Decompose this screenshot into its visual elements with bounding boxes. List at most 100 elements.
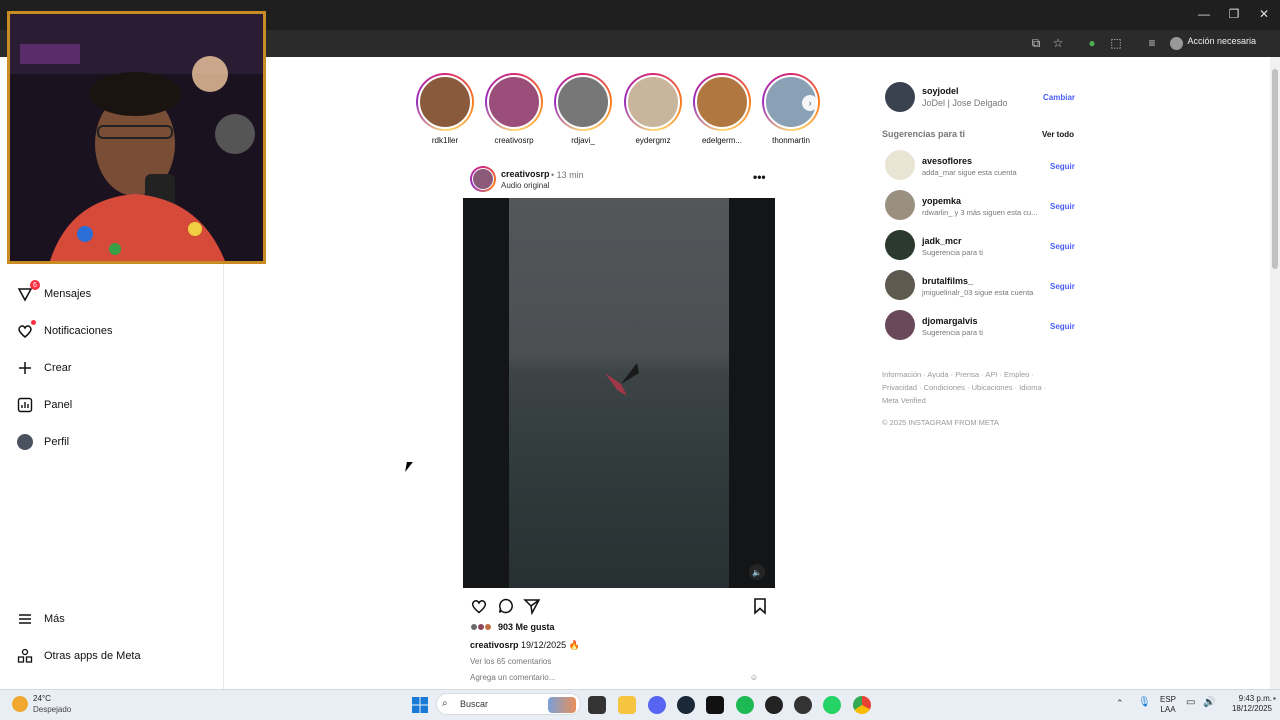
see-all-link[interactable]: Ver todo — [1042, 130, 1074, 139]
more-options-icon[interactable]: ••• — [753, 170, 766, 184]
scroll-thumb[interactable] — [1272, 69, 1278, 269]
follow-button[interactable]: Seguir — [1050, 162, 1075, 171]
chevron-right-icon[interactable]: › — [802, 95, 818, 111]
story-username: rdk1ller — [431, 136, 459, 145]
notification-bell-icon[interactable]: ▪ — [1273, 694, 1276, 703]
volume-icon[interactable]: 🔈 — [749, 564, 765, 580]
avatar — [16, 433, 34, 451]
switch-account-button[interactable]: Cambiar — [1043, 93, 1075, 102]
clock-time: 9:43 p.m. — [1238, 694, 1272, 703]
microphone-icon[interactable]: 🎙 — [1138, 697, 1151, 708]
spotify-icon[interactable] — [736, 696, 754, 714]
likes-count[interactable]: 903 Me gusta — [470, 622, 555, 632]
story-item[interactable]: eydergmz — [623, 73, 683, 145]
plus-icon — [16, 359, 34, 377]
install-app-icon[interactable]: ⧉ — [1028, 35, 1044, 51]
story-item[interactable]: creativosrp — [484, 73, 544, 145]
footer-links[interactable]: Información · Ayuda · Prensa · API · Emp… — [882, 368, 1057, 407]
story-item[interactable]: rdjavi_ — [553, 73, 613, 145]
caption-text: 19/12/2025 🔥 — [521, 640, 580, 650]
steam-icon[interactable] — [677, 696, 695, 714]
profile-avatar[interactable] — [1168, 35, 1184, 51]
app-icon[interactable] — [794, 696, 812, 714]
post-media[interactable] — [463, 198, 775, 588]
nav-item-dashboard[interactable]: Panel — [16, 393, 72, 417]
terminal-icon[interactable] — [706, 696, 724, 714]
follow-button[interactable]: Seguir — [1050, 282, 1075, 291]
suggestion-username[interactable]: djomargalvis — [922, 316, 978, 326]
profile-username[interactable]: soyjodel — [922, 86, 959, 96]
weather-temp[interactable]: 24°C — [33, 694, 51, 703]
bookmark-star-icon[interactable]: ☆ — [1050, 35, 1066, 51]
follow-button[interactable]: Seguir — [1050, 202, 1075, 211]
heart-icon — [16, 320, 36, 340]
weather-icon[interactable] — [12, 696, 28, 712]
story-username: thonmartin — [772, 136, 810, 145]
suggestion-avatar[interactable] — [885, 150, 915, 180]
suggestion-username[interactable]: avesoflores — [922, 156, 972, 166]
nav-item-more[interactable]: Más — [16, 607, 65, 631]
nav-label: Otras apps de Meta — [44, 650, 141, 662]
chart-icon — [16, 396, 34, 414]
post-audio[interactable]: Audio original — [501, 181, 549, 190]
story-username: creativosrp — [494, 136, 534, 145]
story-item[interactable]: rdk1ller — [415, 73, 475, 145]
notification-dot — [31, 320, 36, 325]
search-highlight-icon[interactable] — [548, 697, 576, 713]
view-comments-link[interactable]: Ver los 65 comentarios — [470, 657, 551, 666]
post-avatar[interactable] — [470, 166, 496, 192]
messages-badge: 6 — [30, 280, 40, 290]
page-scrollbar[interactable] — [1270, 57, 1280, 689]
story-username: edelgerm... — [701, 136, 743, 145]
suggestion-reason: Sugerencia para ti — [922, 248, 983, 257]
suggestion-username[interactable]: yopemka — [922, 196, 961, 206]
profile-avatar[interactable] — [885, 82, 915, 112]
comment-input[interactable]: Agrega un comentario... ☺ — [470, 673, 766, 682]
nav-label: Panel — [44, 399, 73, 411]
discord-icon[interactable] — [648, 696, 666, 714]
extension-icon[interactable]: ● — [1084, 35, 1100, 51]
chevron-up-icon[interactable]: ⌃ — [1116, 698, 1124, 709]
share-icon[interactable] — [523, 597, 541, 615]
chrome-icon[interactable] — [853, 696, 871, 714]
post-video[interactable] — [509, 198, 729, 588]
nav-item-messages[interactable]: 6 Mensajes — [16, 280, 92, 306]
suggestion-avatar[interactable] — [885, 310, 915, 340]
minimize-icon[interactable]: — — [1188, 0, 1220, 28]
action-needed-button[interactable]: Acción necesaria — [1187, 36, 1256, 46]
nav-item-meta-apps[interactable]: Otras apps de Meta — [16, 644, 141, 668]
task-view-icon[interactable] — [588, 696, 606, 714]
story-item[interactable]: edelgerm... — [692, 73, 752, 145]
whatsapp-icon[interactable] — [823, 696, 841, 714]
suggestions-title: Sugerencias para ti — [882, 129, 966, 139]
nav-label: Mensajes — [44, 288, 92, 300]
nav-item-notifications[interactable]: Notificaciones — [16, 319, 112, 343]
caption-username[interactable]: creativosrp — [470, 640, 519, 650]
suggestion-avatar[interactable] — [885, 190, 915, 220]
system-clock[interactable]: 9:43 p.m. 18/12/2025 — [1220, 694, 1272, 714]
network-icon[interactable]: ▭ — [1186, 697, 1195, 708]
suggestion-username[interactable]: brutalfilms_ — [922, 276, 973, 286]
emoji-icon[interactable]: ☺ — [750, 673, 758, 682]
language-indicator[interactable]: ESP LAA — [1158, 695, 1178, 715]
suggestion-username[interactable]: jadk_mcr — [922, 236, 962, 246]
nav-item-create[interactable]: Crear — [16, 356, 72, 380]
post-username[interactable]: creativosrp — [501, 169, 550, 179]
like-heart-icon[interactable] — [470, 597, 488, 615]
volume-icon[interactable]: 🔊 — [1203, 697, 1215, 708]
obs-icon[interactable] — [765, 696, 783, 714]
follow-button[interactable]: Seguir — [1050, 242, 1075, 251]
suggestion-avatar[interactable] — [885, 270, 915, 300]
close-icon[interactable]: ✕ — [1248, 0, 1280, 28]
suggestion-avatar[interactable] — [885, 230, 915, 260]
nav-item-profile[interactable]: Perfil — [16, 430, 69, 454]
extensions-puzzle-icon[interactable]: ⬚ — [1108, 35, 1124, 51]
comment-icon[interactable] — [497, 597, 515, 615]
file-explorer-icon[interactable] — [618, 696, 636, 714]
save-bookmark-icon[interactable] — [751, 597, 769, 615]
restore-icon[interactable]: ❐ — [1218, 0, 1250, 28]
media-control-icon[interactable]: ≡ — [1144, 35, 1160, 51]
follow-button[interactable]: Seguir — [1050, 322, 1075, 331]
windows-start-icon[interactable] — [411, 696, 429, 714]
mouse-cursor — [405, 462, 413, 472]
